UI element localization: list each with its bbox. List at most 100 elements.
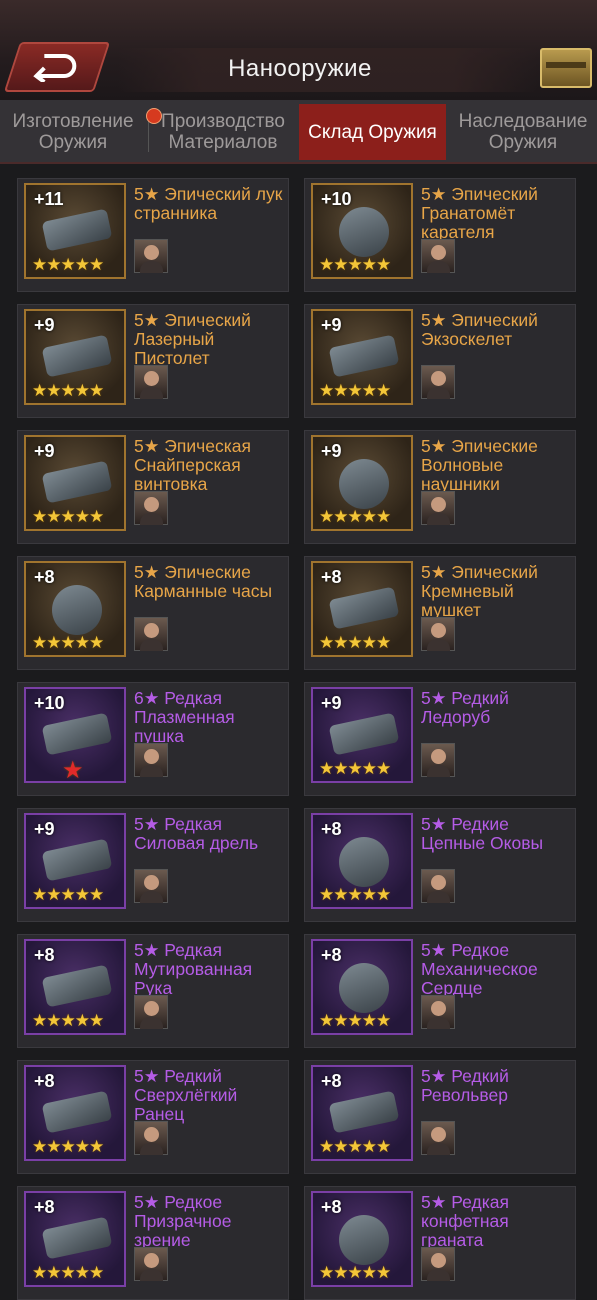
star-rating: ★★★★★ [319, 381, 391, 400]
weapon-card[interactable]: +9 ★★★★★ 5★ Эпические Волновые наушники [304, 430, 576, 544]
star-rating: ★★★★★ [319, 255, 391, 274]
ghost-vision-icon [41, 1216, 113, 1260]
back-button[interactable] [3, 42, 111, 92]
weapon-thumbnail: +9 ★★★★★ [311, 435, 413, 531]
weapon-card[interactable]: +8 ★★★★★ 5★ Эпический Кремневый мушкет [304, 556, 576, 670]
weapon-thumbnail: +8 ★★★★★ [24, 1191, 126, 1287]
headphones-icon [339, 459, 389, 509]
power-drill-icon [41, 838, 113, 882]
laser-pistol-icon [41, 334, 113, 378]
weapon-card[interactable]: +10 ★★★★★ 5★ Эпический Гранатомёт карателя [304, 178, 576, 292]
tab-weapon-crafting[interactable]: Изготовление Оружия [0, 104, 146, 160]
upgrade-level: +9 [321, 315, 342, 335]
tab-bar: Изготовление Оружия Производство Материа… [0, 100, 597, 164]
star-rating: ★★★★★ [32, 255, 104, 274]
star-rating: ★★★★★ [319, 1263, 391, 1282]
weapon-name: 5★ Редкое Механическое Сердце [421, 940, 538, 998]
star-rating: ★★★★★ [32, 381, 104, 400]
weapon-thumbnail: +8 ★★★★★ [311, 1065, 413, 1161]
star-rating: ★★★★★ [319, 1137, 391, 1156]
upgrade-level: +8 [321, 1197, 342, 1217]
hero-avatar[interactable] [421, 1121, 455, 1155]
hero-avatar[interactable] [134, 239, 168, 273]
weapon-card[interactable]: +11 ★★★★★ 5★ Эпический лук странника [17, 178, 289, 292]
upgrade-level: +8 [34, 567, 55, 587]
hero-avatar[interactable] [134, 1247, 168, 1281]
weapon-thumbnail: +9 ★★★★★ [311, 687, 413, 783]
sniper-rifle-icon [41, 460, 113, 504]
weapon-card[interactable]: +8 ★★★★★ 5★ Эпические Карманные часы [17, 556, 289, 670]
hero-avatar[interactable] [421, 239, 455, 273]
star-rating: ★★★★★ [32, 507, 104, 526]
back-arrow-icon [33, 54, 77, 82]
hero-avatar[interactable] [421, 869, 455, 903]
weapon-thumbnail: +11 ★★★★★ [24, 183, 126, 279]
plasma-cannon-icon [41, 712, 113, 756]
weapon-name: 5★ Эпический Экзоскелет [421, 310, 538, 349]
weapon-name: 5★ Эпические Карманные часы [134, 562, 273, 601]
tab-weapon-storage[interactable]: Склад Оружия [299, 104, 446, 160]
upgrade-level: +8 [34, 945, 55, 965]
weapon-thumbnail: +9 ★★★★★ [24, 309, 126, 405]
tab-material-production[interactable]: Производство Материалов [150, 104, 296, 160]
weapon-card[interactable]: +9 ★★★★★ 5★ Эпическая Снайперская винтовка [17, 430, 289, 544]
weapon-card[interactable]: +8 ★★★★★ 5★ Редкая Мутированная Рука [17, 934, 289, 1048]
upgrade-level: +9 [34, 315, 55, 335]
weapon-card[interactable]: +8 ★★★★★ 5★ Редкие Цепные Оковы [304, 808, 576, 922]
hero-avatar[interactable] [421, 1247, 455, 1281]
page-title: Нанооружие [228, 55, 372, 82]
hero-avatar[interactable] [134, 1121, 168, 1155]
hero-avatar[interactable] [134, 365, 168, 399]
star-rating: ★★★★★ [32, 885, 104, 904]
upgrade-level: +9 [321, 441, 342, 461]
hero-avatar[interactable] [421, 491, 455, 525]
weapon-card[interactable]: +8 ★★★★★ 5★ Редкое Призрачное зрение [17, 1186, 289, 1300]
weapon-thumbnail: +8 ★★★★★ [24, 939, 126, 1035]
weapon-name: 5★ Редкая Мутированная Рука [134, 940, 253, 998]
weapon-thumbnail: +9 ★★★★★ [24, 813, 126, 909]
weapon-card[interactable]: +9 ★★★★★ 5★ Эпический Лазерный Пистолет [17, 304, 289, 418]
star-rating: ★★★★★ [319, 885, 391, 904]
weapon-card[interactable]: +9 ★★★★★ 5★ Редкий Ледоруб [304, 682, 576, 796]
weapon-card[interactable]: +9 ★★★★★ 5★ Редкая Силовая дрель [17, 808, 289, 922]
star-rating: ★★★★★ [32, 633, 104, 652]
upgrade-level: +8 [321, 945, 342, 965]
weapon-name: 5★ Редкий Ледоруб [421, 688, 509, 727]
star-rating: ★★★★★ [32, 1263, 104, 1282]
hero-avatar[interactable] [134, 869, 168, 903]
weapon-name: 5★ Эпический Лазерный Пистолет [134, 310, 251, 368]
chain-shackles-icon [339, 837, 389, 887]
hero-avatar[interactable] [134, 617, 168, 651]
weapon-name: 5★ Редкий Револьвер [421, 1066, 509, 1105]
chest-icon[interactable] [540, 48, 592, 88]
candy-grenade-icon [339, 1215, 389, 1265]
weapon-name: 5★ Редкий Сверхлёгкий Ранец [134, 1066, 238, 1124]
weapon-thumbnail: +8 ★★★★★ [311, 939, 413, 1035]
hero-avatar[interactable] [134, 491, 168, 525]
hero-avatar[interactable] [134, 743, 168, 777]
tab-weapon-inheritance[interactable]: Наследование Оружия [449, 104, 597, 160]
hero-avatar[interactable] [421, 617, 455, 651]
weapon-thumbnail: +9 ★★★★★ [311, 309, 413, 405]
weapon-thumbnail: +8 ★★★★★ [24, 561, 126, 657]
star-rating: ★★★★★ [319, 633, 391, 652]
weapon-card[interactable]: +8 ★★★★★ 5★ Редкое Механическое Сердце [304, 934, 576, 1048]
notification-badge-icon [146, 108, 162, 124]
weapon-name: 5★ Эпическая Снайперская винтовка [134, 436, 251, 494]
hero-avatar[interactable] [421, 995, 455, 1029]
upgrade-level: +11 [34, 189, 64, 209]
hero-avatar[interactable] [421, 365, 455, 399]
star-rating: ★★★★★ [32, 1011, 104, 1030]
weapon-card[interactable]: +8 ★★★★★ 5★ Редкая конфетная граната [304, 1186, 576, 1300]
weapon-card[interactable]: +8 ★★★★★ 5★ Редкий Сверхлёгкий Ранец [17, 1060, 289, 1174]
upgrade-level: +10 [34, 693, 65, 713]
star-rating: ★ [62, 757, 83, 784]
weapon-card[interactable]: +8 ★★★★★ 5★ Редкий Револьвер [304, 1060, 576, 1174]
weapon-card[interactable]: +10 ★ 6★ Редкая Плазменная пушка [17, 682, 289, 796]
hero-avatar[interactable] [421, 743, 455, 777]
upgrade-level: +9 [34, 819, 55, 839]
hero-avatar[interactable] [134, 995, 168, 1029]
star-rating: ★★★★★ [32, 1137, 104, 1156]
upgrade-level: +9 [34, 441, 55, 461]
weapon-card[interactable]: +9 ★★★★★ 5★ Эпический Экзоскелет [304, 304, 576, 418]
